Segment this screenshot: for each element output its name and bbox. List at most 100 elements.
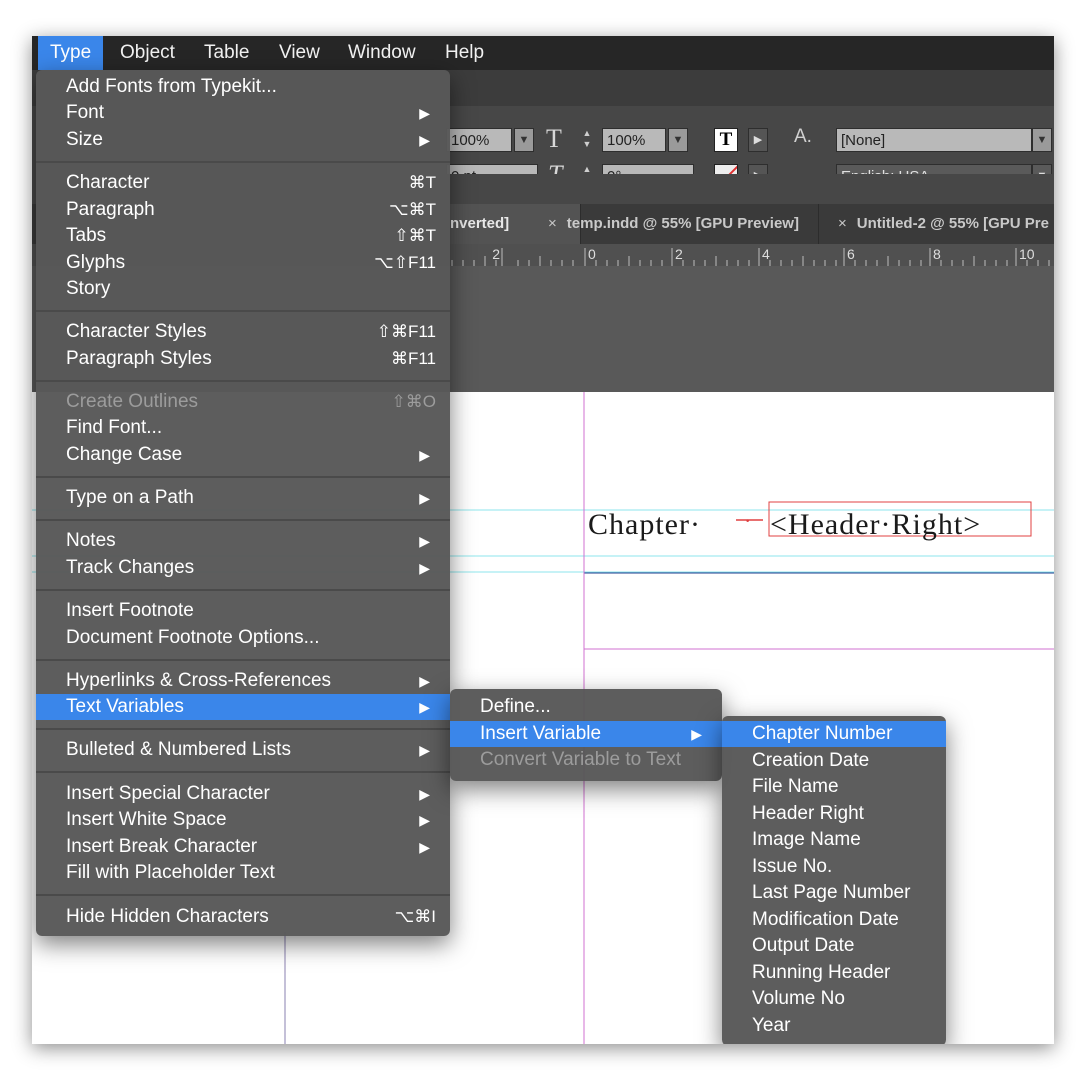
submenu-arrow-icon: ▶ <box>419 812 430 828</box>
ruler-label: 4 <box>762 246 770 262</box>
menu-item-footnote-options[interactable]: Document Footnote Options... <box>36 625 450 651</box>
menu-item-paragraph-styles[interactable]: Paragraph Styles ⌘F11 <box>36 346 450 372</box>
menu-item-file-name[interactable]: File Name <box>722 774 946 800</box>
ruler-label: 2 <box>492 246 500 262</box>
play-arrow-icon[interactable]: ▶ <box>748 128 768 152</box>
variable-marker: · <box>744 508 753 533</box>
ruler-label: 8 <box>933 246 941 262</box>
menu-item-fill-placeholder[interactable]: Fill with Placeholder Text <box>36 860 450 886</box>
menu-item-insert-white-space[interactable]: Insert White Space ▶ <box>36 807 450 833</box>
menu-item-insert-break-character[interactable]: Insert Break Character ▶ <box>36 834 450 860</box>
menu-item-font[interactable]: Font ▶ <box>36 100 450 126</box>
menu-item-bulleted-lists[interactable]: Bulleted & Numbered Lists ▶ <box>36 737 450 763</box>
tab-label: Untitled-2 @ 55% [GPU Pre <box>856 215 1049 232</box>
submenu-arrow-icon: ▶ <box>419 132 430 148</box>
submenu-arrow-icon: ▶ <box>419 699 430 715</box>
menu-item-text-variables[interactable]: Text Variables ▶ <box>36 694 450 720</box>
type-fill-icon[interactable]: T <box>714 128 738 152</box>
menu-separator <box>36 161 450 163</box>
menu-item-type-on-path[interactable]: Type on a Path ▶ <box>36 485 450 511</box>
submenu-arrow-icon: ▶ <box>419 447 430 463</box>
menu-separator <box>36 310 450 312</box>
menu-item-find-font[interactable]: Find Font... <box>36 415 450 441</box>
header-right-variable[interactable]: <Header·Right> <box>770 508 981 542</box>
menu-item-convert-variable[interactable]: Convert Variable to Text <box>450 747 722 773</box>
menu-item-hide-hidden-characters[interactable]: Hide Hidden Characters ⌥⌘I <box>36 904 450 930</box>
submenu-arrow-icon: ▶ <box>419 839 430 855</box>
stepper-icon[interactable]: ▲▼ <box>578 128 596 152</box>
submenu-arrow-icon: ▶ <box>419 490 430 506</box>
indesign-window: Type Object Table View Window Help 100% … <box>32 36 1054 1044</box>
menu-separator <box>36 728 450 730</box>
submenu-arrow-icon: ▶ <box>419 560 430 576</box>
menu-item-add-fonts[interactable]: Add Fonts from Typekit... <box>36 74 450 100</box>
menu-view[interactable]: View <box>267 36 332 70</box>
menu-item-last-page-number[interactable]: Last Page Number <box>722 880 946 906</box>
menu-separator <box>36 894 450 896</box>
dropdown-arrow-icon[interactable]: ▼ <box>1032 128 1052 152</box>
dropdown-arrow-icon[interactable]: ▼ <box>514 128 534 152</box>
submenu-arrow-icon: ▶ <box>419 742 430 758</box>
menu-item-character[interactable]: Character ⌘T <box>36 170 450 196</box>
submenu-arrow-icon: ▶ <box>419 786 430 802</box>
dropdown-arrow-icon[interactable]: ▼ <box>668 128 688 152</box>
menu-item-change-case[interactable]: Change Case ▶ <box>36 442 450 468</box>
menu-item-track-changes[interactable]: Track Changes ▶ <box>36 555 450 581</box>
tab-label: nverted] <box>450 215 510 232</box>
tab-label: temp.indd @ 55% [GPU Preview] <box>566 215 799 232</box>
menu-item-creation-date[interactable]: Creation Date <box>722 748 946 774</box>
menu-item-output-date[interactable]: Output Date <box>722 933 946 959</box>
menu-item-chapter-number[interactable]: Chapter Number <box>722 721 946 747</box>
character-style-field[interactable]: [None] <box>836 128 1032 152</box>
menu-item-create-outlines[interactable]: Create Outlines ⇧⌘O <box>36 389 450 415</box>
menu-table[interactable]: Table <box>192 36 261 70</box>
menu-window[interactable]: Window <box>336 36 428 70</box>
insert-variable-submenu: Chapter Number Creation Date File Name H… <box>722 716 946 1044</box>
horizontal-scale-left-field[interactable]: 100% <box>446 128 512 152</box>
menu-item-insert-footnote[interactable]: Insert Footnote <box>36 598 450 624</box>
menu-item-running-header[interactable]: Running Header <box>722 960 946 986</box>
menu-item-insert-special-character[interactable]: Insert Special Character ▶ <box>36 781 450 807</box>
menu-item-volume-no[interactable]: Volume No <box>722 986 946 1012</box>
close-icon[interactable]: × <box>838 215 847 232</box>
horizontal-scale-field[interactable]: 100% <box>602 128 666 152</box>
tab-untitled-2[interactable]: × Untitled-2 @ 55% [GPU Pre <box>822 204 1054 244</box>
submenu-arrow-icon: ▶ <box>419 533 430 549</box>
menu-separator <box>36 519 450 521</box>
submenu-arrow-icon: ▶ <box>419 673 430 689</box>
menu-type[interactable]: Type <box>38 36 104 70</box>
submenu-arrow-icon: ▶ <box>691 726 702 742</box>
submenu-arrow-icon: ▶ <box>419 105 430 121</box>
menu-separator <box>36 589 450 591</box>
menu-item-paragraph[interactable]: Paragraph ⌥⌘T <box>36 197 450 223</box>
menu-object[interactable]: Object <box>108 36 187 70</box>
vertical-scale-icon: T <box>546 124 562 153</box>
menu-item-hyperlinks[interactable]: Hyperlinks & Cross-References ▶ <box>36 668 450 694</box>
menu-item-year[interactable]: Year <box>722 1013 946 1039</box>
close-icon[interactable]: × <box>548 215 557 232</box>
menu-item-tabs[interactable]: Tabs ⇧⌘T <box>36 223 450 249</box>
menu-item-story[interactable]: Story <box>36 276 450 302</box>
menu-item-character-styles[interactable]: Character Styles ⇧⌘F11 <box>36 319 450 345</box>
ruler-label: 10 <box>1019 246 1035 262</box>
menu-item-header-right[interactable]: Header Right <box>722 801 946 827</box>
ruler-label: 0 <box>588 246 596 262</box>
ruler-label: 2 <box>675 246 683 262</box>
menu-separator <box>36 380 450 382</box>
menu-item-size[interactable]: Size ▶ <box>36 127 450 153</box>
menu-item-image-name[interactable]: Image Name <box>722 827 946 853</box>
ruler-label: 6 <box>847 246 855 262</box>
menu-separator <box>36 659 450 661</box>
menu-separator <box>36 771 450 773</box>
menu-help[interactable]: Help <box>433 36 496 70</box>
menu-item-glyphs[interactable]: Glyphs ⌥⇧F11 <box>36 250 450 276</box>
tab-temp-indd[interactable]: × temp.indd @ 55% [GPU Preview] <box>532 204 819 244</box>
type-menu: Add Fonts from Typekit... Font ▶ Size ▶ Ch… <box>36 70 450 936</box>
header-chapter-text[interactable]: Chapter· <box>588 508 701 542</box>
menu-item-insert-variable[interactable]: Insert Variable ▶ <box>450 721 722 747</box>
menu-item-modification-date[interactable]: Modification Date <box>722 907 946 933</box>
menu-item-notes[interactable]: Notes ▶ <box>36 528 450 554</box>
menu-item-define[interactable]: Define... <box>450 694 722 720</box>
menu-separator <box>36 476 450 478</box>
menu-item-issue-no[interactable]: Issue No. <box>722 854 946 880</box>
